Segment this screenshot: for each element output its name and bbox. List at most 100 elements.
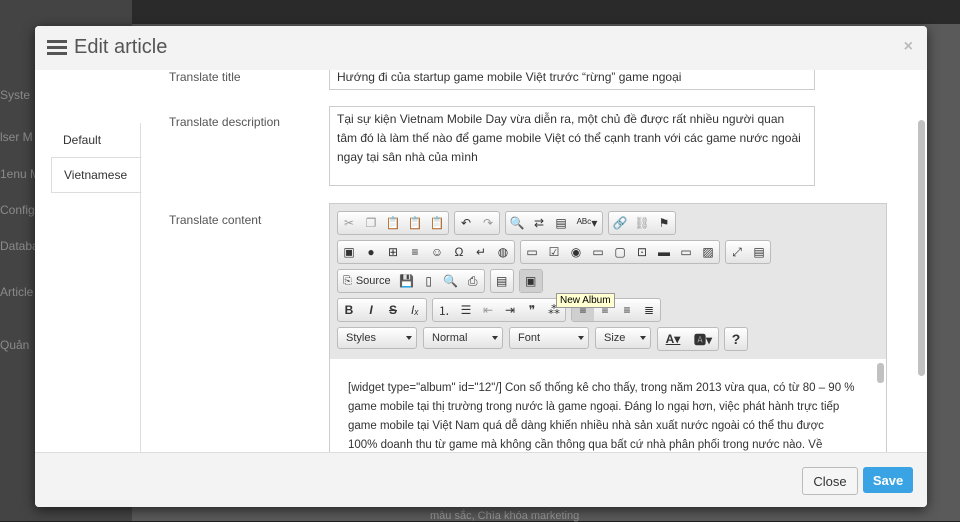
new-album-icon[interactable]: ▣ — [519, 270, 542, 292]
preview-icon[interactable]: 🔍 — [440, 270, 462, 292]
align-right-icon[interactable]: ≡ — [616, 299, 638, 321]
source-icon: ⎘ — [343, 274, 352, 287]
background-color-icon[interactable]: 🅰▾ — [688, 328, 718, 350]
paste-text-icon[interactable]: 📋 — [404, 212, 426, 234]
title-input[interactable]: Hướng đi của startup game mobile Việt tr… — [329, 70, 815, 90]
styles-label: Styles — [346, 332, 376, 344]
toolbar-row-3: ⎘ Source 💾 ▯ 🔍 ⎙ ▤ ▣ — [337, 269, 548, 293]
rich-text-editor: ✂ ❐ 📋 📋 📋 ↶ ↷ 🔍 ⇄ ▤ ᴬᴮᶜ▾ 🔗 ⛓ ⚑ ▣ ● ⊞ ≡ ☺… — [329, 203, 887, 452]
modal-scrollbar[interactable] — [918, 120, 925, 376]
toolbar-row-4: B I S Iₓ ⒈ ☰ ⇤ ⇥ ❞ ⁂ ≡ ≡ ≡ ≣ — [337, 298, 666, 322]
italic-icon[interactable]: I — [360, 299, 382, 321]
justify-icon[interactable]: ≣ — [638, 299, 660, 321]
close-button[interactable]: Close — [802, 467, 858, 495]
bg-sidebar-item: lser M — [0, 130, 33, 144]
copy-icon[interactable]: ❐ — [360, 212, 382, 234]
table-icon[interactable]: ⊞ — [382, 241, 404, 263]
horizontal-rule-icon[interactable]: ≡ — [404, 241, 426, 263]
caret-down-icon — [492, 336, 498, 340]
caret-down-icon — [578, 336, 584, 340]
description-label: Translate description — [169, 115, 280, 129]
unlink-icon[interactable]: ⛓ — [631, 212, 653, 234]
iframe-icon[interactable]: ◍ — [492, 241, 514, 263]
bg-sidebar-item: Article — [0, 285, 34, 299]
form-icon[interactable]: ▭ — [521, 241, 543, 263]
show-blocks-icon[interactable]: ▤ — [748, 241, 770, 263]
description-textarea[interactable]: Tại sự kiện Vietnam Mobile Day vừa diễn … — [329, 106, 815, 186]
language-tabs: Default Vietnamese — [51, 123, 142, 193]
blockquote-icon[interactable]: ❞ — [521, 299, 543, 321]
source-label: Source — [355, 275, 391, 287]
smiley-icon[interactable]: ☺ — [426, 241, 448, 263]
cut-icon[interactable]: ✂ — [338, 212, 360, 234]
templates-icon[interactable]: ▤ — [491, 270, 513, 292]
link-icon[interactable]: 🔗 — [609, 212, 631, 234]
maximize-icon[interactable]: ⤢ — [726, 241, 748, 263]
modal-body: Default Vietnamese Translate title Hướng… — [35, 70, 927, 452]
remove-format-icon[interactable]: Iₓ — [404, 299, 426, 321]
select-all-icon[interactable]: ▤ — [550, 212, 572, 234]
outdent-icon[interactable]: ⇤ — [477, 299, 499, 321]
format-label: Normal — [432, 332, 468, 344]
button-icon[interactable]: ▬ — [653, 241, 675, 263]
tab-default[interactable]: Default — [51, 123, 141, 157]
tab-divider — [140, 123, 141, 452]
size-dropdown[interactable]: Size — [595, 327, 651, 349]
bulleted-list-icon[interactable]: ☰ — [455, 299, 477, 321]
content-label: Translate content — [169, 213, 262, 227]
editor-content-text[interactable]: [widget type="album" id="12"/] Con số th… — [348, 379, 856, 452]
bg-sidebar-item: Quản — [0, 338, 30, 352]
paste-icon[interactable]: 📋 — [382, 212, 404, 234]
paste-word-icon[interactable]: 📋 — [426, 212, 448, 234]
modal-header: Edit article × — [35, 26, 927, 70]
size-label: Size — [604, 332, 626, 344]
indent-icon[interactable]: ⇥ — [499, 299, 521, 321]
title-label: Translate title — [169, 70, 241, 84]
toolbar-row-5: Styles Normal Font Size A▾ 🅰▾ ? — [337, 327, 753, 351]
bg-sidebar-item: Syste — [0, 88, 31, 102]
replace-icon[interactable]: ⇄ — [528, 212, 550, 234]
flash-icon[interactable]: ● — [360, 241, 382, 263]
caret-down-icon — [406, 336, 412, 340]
spellcheck-icon[interactable]: ᴬᴮᶜ▾ — [572, 212, 602, 234]
save-doc-icon[interactable]: 💾 — [396, 270, 418, 292]
special-char-icon[interactable]: Ω — [448, 241, 470, 263]
close-icon[interactable]: × — [904, 38, 913, 56]
editor-content-area[interactable]: [widget type="album" id="12"/] Con số th… — [330, 359, 886, 452]
page-break-icon[interactable]: ↵ — [470, 241, 492, 263]
format-dropdown[interactable]: Normal — [423, 327, 503, 349]
image-icon[interactable]: ▣ — [338, 241, 360, 263]
background-bottom-text: màu sắc, Chìa khóa marketing — [430, 510, 580, 522]
help-icon[interactable]: ? — [725, 328, 747, 350]
edit-article-modal: Edit article × Default Vietnamese Transl… — [35, 26, 927, 507]
tab-vietnamese[interactable]: Vietnamese — [51, 157, 142, 193]
find-icon[interactable]: 🔍 — [506, 212, 528, 234]
font-dropdown[interactable]: Font — [509, 327, 589, 349]
styles-dropdown[interactable]: Styles — [337, 327, 417, 349]
hidden-field-icon[interactable]: ▨ — [697, 241, 719, 263]
source-button[interactable]: ⎘ Source — [338, 270, 396, 292]
text-color-icon[interactable]: A▾ — [658, 328, 688, 350]
caret-down-icon — [640, 336, 646, 340]
numbered-list-icon[interactable]: ⒈ — [433, 299, 455, 321]
text-field-icon[interactable]: ▭ — [587, 241, 609, 263]
top-bar — [0, 0, 960, 24]
modal-title: Edit article — [47, 36, 167, 59]
radio-icon[interactable]: ◉ — [565, 241, 587, 263]
modal-title-text: Edit article — [74, 36, 168, 58]
save-button[interactable]: Save — [863, 467, 913, 493]
image-button-icon[interactable]: ▭ — [675, 241, 697, 263]
print-icon[interactable]: ⎙ — [462, 270, 484, 292]
new-page-icon[interactable]: ▯ — [418, 270, 440, 292]
anchor-icon[interactable]: ⚑ — [653, 212, 675, 234]
select-icon[interactable]: ⊡ — [631, 241, 653, 263]
redo-icon[interactable]: ↷ — [477, 212, 499, 234]
checkbox-icon[interactable]: ☑ — [543, 241, 565, 263]
strikethrough-icon[interactable]: S — [382, 299, 404, 321]
undo-icon[interactable]: ↶ — [455, 212, 477, 234]
toolbar-row-2: ▣ ● ⊞ ≡ ☺ Ω ↵ ◍ ▭ ☑ ◉ ▭ ▢ ⊡ ▬ ▭ ▨ ⤢ ▤ — [337, 240, 776, 264]
modal-footer: Close Save — [35, 452, 927, 507]
textarea-icon[interactable]: ▢ — [609, 241, 631, 263]
bold-icon[interactable]: B — [338, 299, 360, 321]
editor-scrollbar[interactable] — [877, 363, 884, 383]
